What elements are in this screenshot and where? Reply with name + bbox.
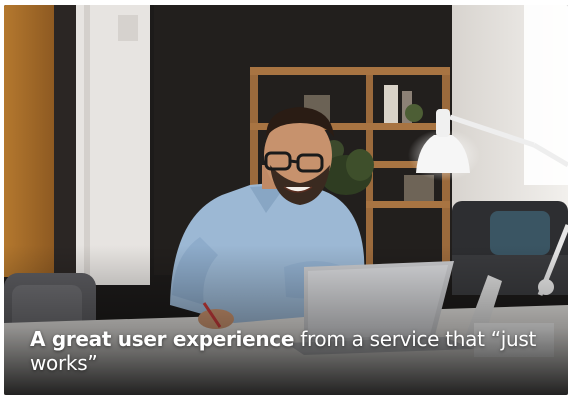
caption-bold-text: A great user experience — [30, 327, 295, 351]
hero-caption: A great user experience from a service t… — [30, 327, 554, 375]
window — [524, 5, 568, 185]
wooden-door — [4, 5, 54, 277]
hero-card: A great user experience from a service t… — [4, 5, 568, 395]
